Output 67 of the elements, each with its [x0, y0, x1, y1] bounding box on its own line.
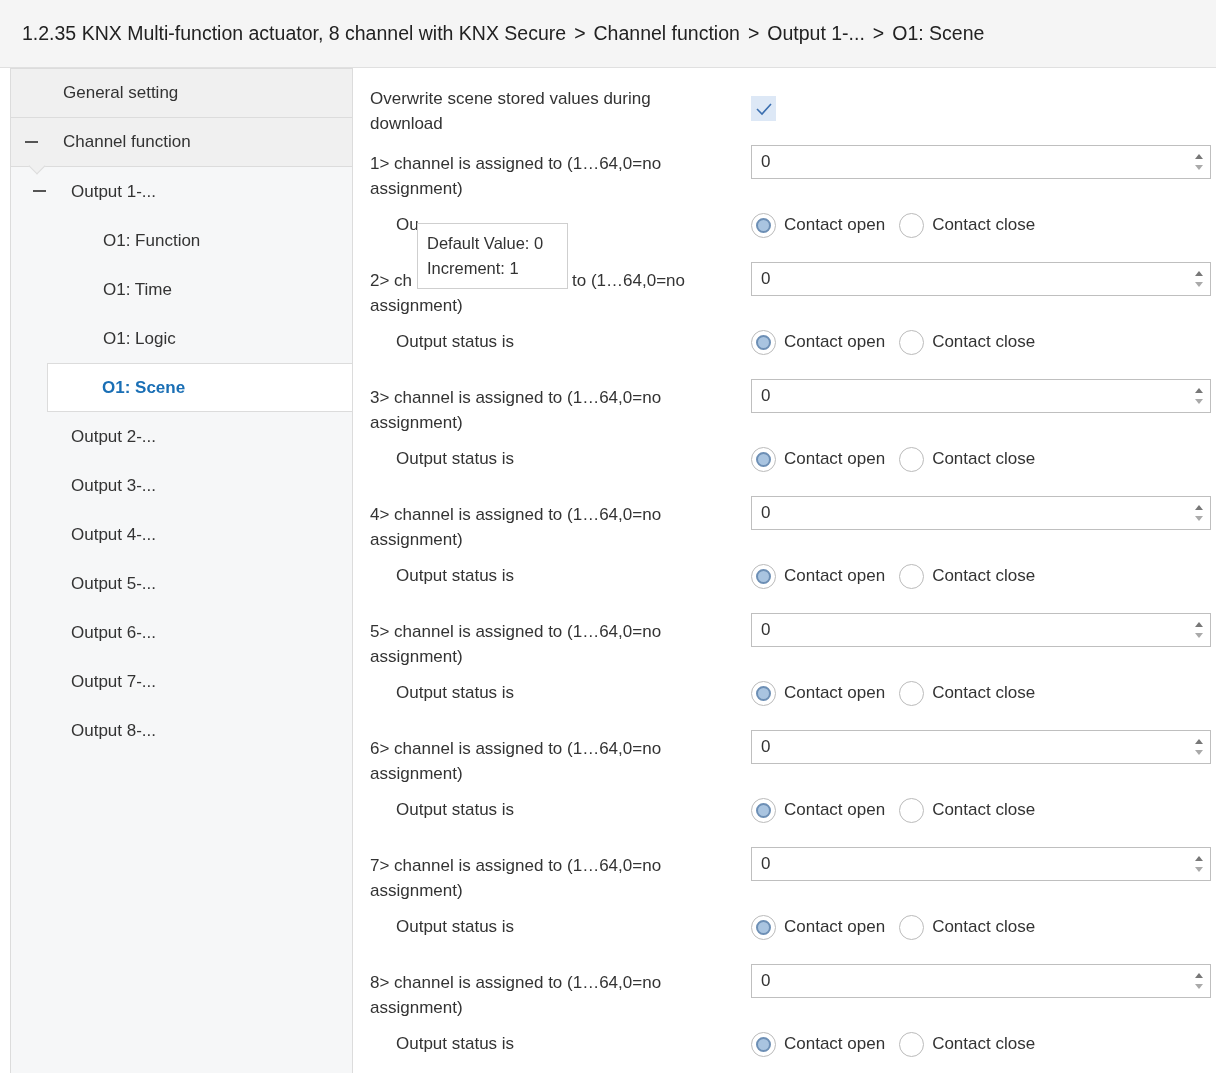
tooltip-text: Default Value: 0	[427, 233, 545, 254]
setting-label: Output status is	[395, 682, 516, 705]
checkbox[interactable]	[751, 96, 776, 121]
radio-option[interactable]: Contact close	[899, 914, 1036, 940]
sidebar-item[interactable]: Channel function	[11, 118, 352, 167]
setting-label: Overwrite scene stored values during download	[370, 88, 652, 135]
radio-option[interactable]: Contact open	[751, 212, 886, 238]
sidebar-item[interactable]: O1: Logic	[11, 314, 352, 363]
sidebar-item[interactable]: Output 2-...	[11, 412, 352, 461]
number-field[interactable]: 0	[751, 496, 1211, 530]
sidebar-item[interactable]: O1: Scene	[47, 363, 352, 412]
number-field[interactable]: 0	[751, 145, 1211, 179]
tooltip-text: Increment: 1	[427, 258, 520, 279]
setting-label: 3> channel is assigned to (1…64,0=no assignment)	[370, 387, 663, 434]
radio-option[interactable]: Contact close	[899, 212, 1036, 238]
sidebar-item[interactable]: Output 3-...	[11, 461, 352, 510]
setting-label: 1> channel is assigned to (1…64,0=no assignment)	[370, 153, 663, 200]
setting-label: Output status is	[395, 799, 516, 822]
sidebar-item[interactable]: Output 6-...	[11, 608, 352, 657]
radio-option[interactable]: Contact open	[751, 680, 886, 706]
radio-option[interactable]: Contact open	[751, 797, 886, 823]
sidebar-item[interactable]: Output 4-...	[11, 510, 352, 559]
setting-label: 7> channel is assigned to (1…64,0=no assignment)	[370, 855, 663, 902]
sidebar-item[interactable]: Output 8-...	[11, 706, 352, 755]
setting-label: 8> channel is assigned to (1…64,0=no assignment)	[370, 972, 663, 1019]
setting-label: 6> channel is assigned to (1…64,0=no assignment)	[370, 738, 663, 785]
breadcrumb-item[interactable]: Channel function	[593, 18, 740, 49]
sidebar-item[interactable]: Output 5-...	[11, 559, 352, 608]
number-field[interactable]: 0	[751, 730, 1211, 764]
sidebar-item[interactable]: Output 1-...	[11, 167, 352, 216]
breadcrumb-item[interactable]: 1.2.35 KNX Multi-function actuator, 8 channel with KNX Secure	[22, 18, 567, 49]
sidebar-item[interactable]: O1: Function	[11, 216, 352, 265]
radio-option[interactable]: Contact close	[899, 563, 1036, 589]
breadcrumb-item[interactable]: O1: Scene	[892, 18, 985, 49]
setting-label: assignment)	[370, 295, 463, 317]
radio-option[interactable]: Contact open	[751, 329, 886, 355]
sidebar-item[interactable]: Output 7-...	[11, 657, 352, 706]
sidebar-item[interactable]: O1: Time	[11, 265, 352, 314]
setting-label: 4> channel is assigned to (1…64,0=no assignment)	[370, 504, 663, 551]
radio-option[interactable]: Contact close	[899, 1031, 1036, 1057]
radio-option[interactable]: Contact open	[751, 1031, 886, 1057]
setting-label: to (1…64,0=no	[572, 270, 685, 292]
number-field[interactable]: 0	[751, 613, 1211, 647]
number-field[interactable]: 0	[751, 847, 1211, 881]
radio-option[interactable]: Contact close	[899, 329, 1036, 355]
radio-option[interactable]: Contact open	[751, 914, 886, 940]
setting-label: 5> channel is assigned to (1…64,0=no assignment)	[370, 621, 663, 668]
sidebar-item[interactable]: General setting	[11, 69, 352, 118]
radio-option[interactable]: Contact close	[899, 797, 1036, 823]
number-field[interactable]: 0	[751, 964, 1211, 998]
breadcrumb-item[interactable]: Output 1-...	[767, 18, 865, 49]
number-field[interactable]: 0	[751, 379, 1211, 413]
setting-label: Output status is	[395, 331, 516, 354]
breadcrumb-separator: >	[574, 20, 586, 46]
setting-label: Output status is	[395, 565, 516, 588]
breadcrumb-separator: >	[747, 20, 760, 46]
radio-option[interactable]: Contact open	[751, 446, 886, 472]
breadcrumb-separator: >	[872, 20, 885, 46]
radio-option[interactable]: Contact open	[751, 563, 886, 589]
radio-option[interactable]: Contact close	[899, 446, 1036, 472]
check-icon	[755, 101, 772, 116]
number-field[interactable]: 0	[751, 262, 1211, 296]
setting-label: Output status is	[395, 916, 516, 939]
setting-label: Output status is	[395, 448, 516, 471]
setting-label: 2> ch	[370, 270, 413, 292]
radio-option[interactable]: Contact close	[899, 680, 1036, 706]
setting-label: Output status is	[395, 1033, 516, 1056]
